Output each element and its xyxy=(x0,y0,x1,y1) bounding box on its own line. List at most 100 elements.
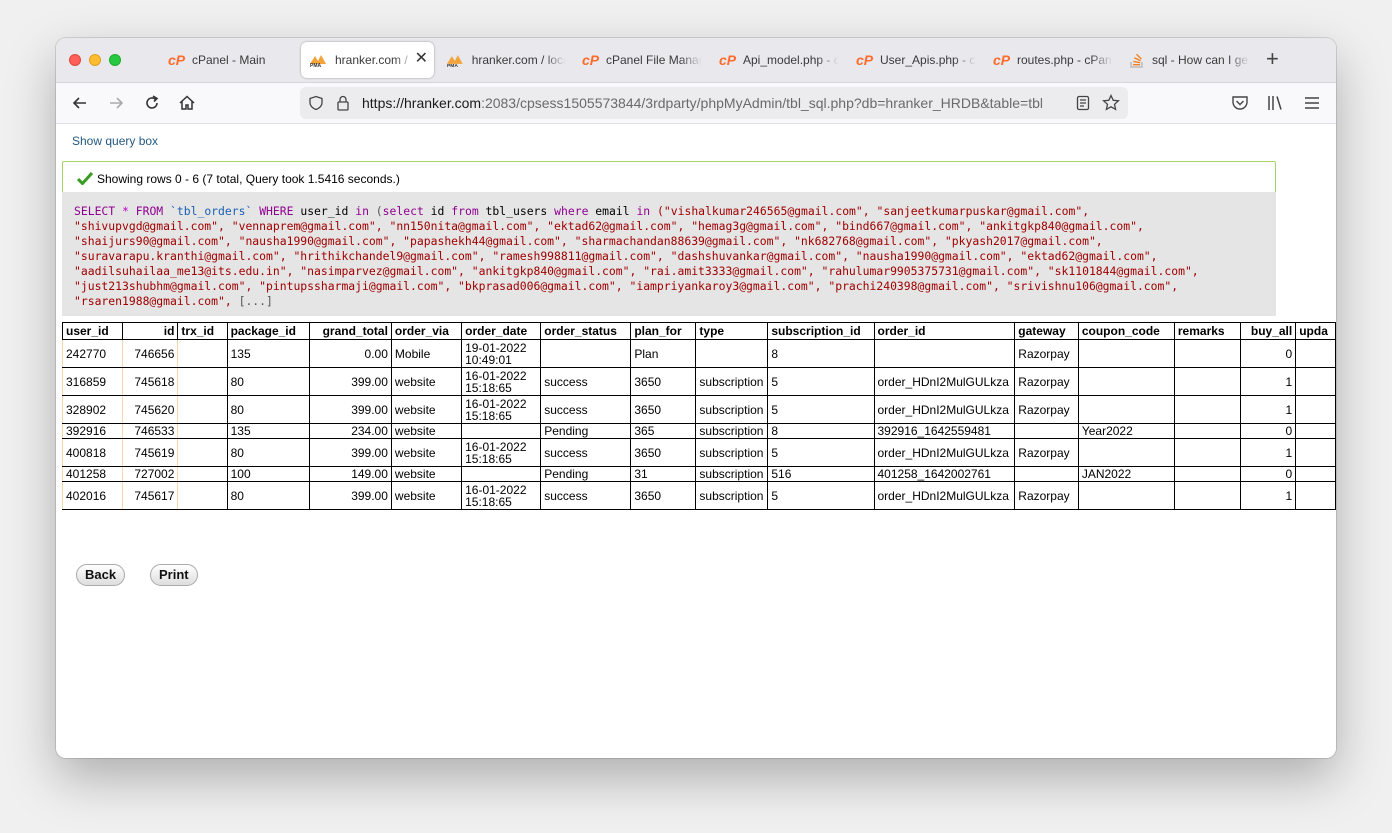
cell-trx-id[interactable] xyxy=(177,423,228,439)
show-query-box-link[interactable]: Show query box xyxy=(72,134,158,148)
cell-coupon-code[interactable] xyxy=(1077,339,1175,368)
cell-upda[interactable] xyxy=(1295,423,1336,439)
column-header-trx-id[interactable]: trx_id xyxy=(177,322,228,340)
cell-type[interactable]: subscription xyxy=(695,466,769,482)
cell-coupon-code[interactable] xyxy=(1077,367,1175,396)
tab-cpanel-file-manager[interactable]: cP cPanel File Manag xyxy=(574,42,702,78)
column-header-order-id[interactable]: order_id xyxy=(873,322,1016,340)
new-tab-icon[interactable]: + xyxy=(1266,48,1279,70)
column-header-type[interactable]: type xyxy=(695,322,769,340)
menu-hamburger-icon[interactable] xyxy=(1303,94,1321,112)
cell-id[interactable]: 745617 xyxy=(122,481,179,510)
cell-order-date[interactable]: 16-01-2022 15:18:65 xyxy=(461,481,542,510)
cell-buy-all[interactable]: 0 xyxy=(1239,466,1297,482)
cell-plan-for[interactable]: 365 xyxy=(630,423,697,439)
cell-package-id[interactable]: 80 xyxy=(226,395,310,424)
column-header-user-id[interactable]: user_id xyxy=(62,322,124,340)
column-header-order-status[interactable]: order_status xyxy=(540,322,632,340)
cell-order-via[interactable]: website xyxy=(390,438,463,467)
cell-id[interactable]: 745619 xyxy=(122,438,179,467)
cell-package-id[interactable]: 100 xyxy=(226,466,310,482)
cell-coupon-code[interactable]: Year2022 xyxy=(1077,423,1175,439)
cell-plan-for[interactable]: Plan xyxy=(630,339,697,368)
cell-buy-all[interactable]: 1 xyxy=(1239,367,1297,396)
cell-package-id[interactable]: 135 xyxy=(226,339,310,368)
cell-gateway[interactable]: Razorpay xyxy=(1014,367,1079,396)
cell-order-date[interactable]: 16-01-2022 15:18:65 xyxy=(461,395,542,424)
column-header-gateway[interactable]: gateway xyxy=(1014,322,1079,340)
cell-user-id[interactable]: 242770 xyxy=(62,339,124,368)
cell-order-id[interactable] xyxy=(873,339,1016,368)
cell-order-id[interactable]: 392916_1642559481 xyxy=(873,423,1016,439)
cell-trx-id[interactable] xyxy=(177,339,228,368)
cell-gateway[interactable] xyxy=(1014,423,1079,439)
cell-gateway[interactable] xyxy=(1014,466,1079,482)
cell-trx-id[interactable] xyxy=(177,438,228,467)
cell-order-via[interactable]: website xyxy=(390,466,463,482)
cell-package-id[interactable]: 135 xyxy=(226,423,310,439)
cell-id[interactable]: 727002 xyxy=(122,466,179,482)
cell-order-status[interactable]: Pending xyxy=(540,466,632,482)
cell-order-id[interactable]: order_HDnI2MulGULkza xyxy=(873,481,1016,510)
back-arrow-icon[interactable] xyxy=(70,93,90,113)
cell-package-id[interactable]: 80 xyxy=(226,367,310,396)
cell-subscription-id[interactable]: 516 xyxy=(767,466,875,482)
table-row[interactable]: 401258 727002 100 149.00 website Pending 31 sub… xyxy=(62,466,1336,482)
cell-type[interactable]: subscription xyxy=(695,395,769,424)
bookmark-star-icon[interactable] xyxy=(1102,94,1120,112)
close-window-button[interactable] xyxy=(69,54,81,66)
cell-user-id[interactable]: 392916 xyxy=(62,423,124,439)
cell-order-via[interactable]: website xyxy=(390,395,463,424)
cell-grand-total[interactable]: 399.00 xyxy=(308,481,392,510)
cell-plan-for[interactable]: 3650 xyxy=(630,367,697,396)
cell-type[interactable] xyxy=(695,339,769,368)
cell-grand-total[interactable]: 399.00 xyxy=(308,395,392,424)
tab-hranker-local[interactable]: PMA hranker.com / loca xyxy=(438,42,566,78)
home-icon[interactable] xyxy=(177,93,197,113)
tab-api-model[interactable]: cP Api_model.php - c xyxy=(711,42,839,78)
sql-ellipsis[interactable]: [...] xyxy=(239,294,273,308)
cell-buy-all[interactable]: 1 xyxy=(1239,438,1297,467)
cell-order-date[interactable]: 16-01-2022 15:18:65 xyxy=(461,367,542,396)
column-header-subscription-id[interactable]: subscription_id xyxy=(767,322,875,340)
cell-remarks[interactable] xyxy=(1173,423,1241,439)
cell-plan-for[interactable]: 3650 xyxy=(630,395,697,424)
cell-subscription-id[interactable]: 5 xyxy=(767,481,875,510)
cell-order-status[interactable]: success xyxy=(540,438,632,467)
cell-remarks[interactable] xyxy=(1173,466,1241,482)
forward-arrow-icon[interactable] xyxy=(106,93,126,113)
column-header-order-date[interactable]: order_date xyxy=(461,322,542,340)
table-row[interactable]: 392916 746533 135 234.00 website Pending 365 su… xyxy=(62,423,1336,439)
cell-coupon-code[interactable] xyxy=(1077,438,1175,467)
cell-id[interactable]: 745620 xyxy=(122,395,179,424)
cell-trx-id[interactable] xyxy=(177,395,228,424)
cell-order-status[interactable]: success xyxy=(540,481,632,510)
cell-subscription-id[interactable]: 5 xyxy=(767,438,875,467)
column-header-buy-all[interactable]: buy_all xyxy=(1239,322,1297,340)
cell-order-via[interactable]: website xyxy=(390,367,463,396)
tab-routes[interactable]: cP routes.php - cPan xyxy=(985,42,1113,78)
cell-subscription-id[interactable]: 5 xyxy=(767,395,875,424)
cell-buy-all[interactable]: 1 xyxy=(1239,481,1297,510)
cell-user-id[interactable]: 316859 xyxy=(62,367,124,396)
reload-icon[interactable] xyxy=(142,93,162,113)
cell-subscription-id[interactable]: 5 xyxy=(767,367,875,396)
cell-id[interactable]: 746533 xyxy=(122,423,179,439)
cell-user-id[interactable]: 400818 xyxy=(62,438,124,467)
tab-hranker-active[interactable]: PMA hranker.com / lo ✕ xyxy=(301,42,434,78)
cell-coupon-code[interactable] xyxy=(1077,481,1175,510)
cell-gateway[interactable]: Razorpay xyxy=(1014,339,1079,368)
cell-grand-total[interactable]: 234.00 xyxy=(308,423,392,439)
column-header-grand-total[interactable]: grand_total xyxy=(308,322,392,340)
cell-id[interactable]: 745618 xyxy=(122,367,179,396)
table-row[interactable]: 242770 746656 135 0.00 Mobile 19-01-2022 10:49… xyxy=(62,339,1336,368)
column-header-plan-for[interactable]: plan_for xyxy=(630,322,697,340)
cell-type[interactable]: subscription xyxy=(695,481,769,510)
cell-order-via[interactable]: website xyxy=(390,481,463,510)
cell-upda[interactable] xyxy=(1295,367,1336,396)
lock-icon[interactable] xyxy=(336,95,350,111)
cell-remarks[interactable] xyxy=(1173,481,1241,510)
cell-user-id[interactable]: 402016 xyxy=(62,481,124,510)
cell-order-id[interactable]: 401258_1642002761 xyxy=(873,466,1016,482)
cell-type[interactable]: subscription xyxy=(695,367,769,396)
